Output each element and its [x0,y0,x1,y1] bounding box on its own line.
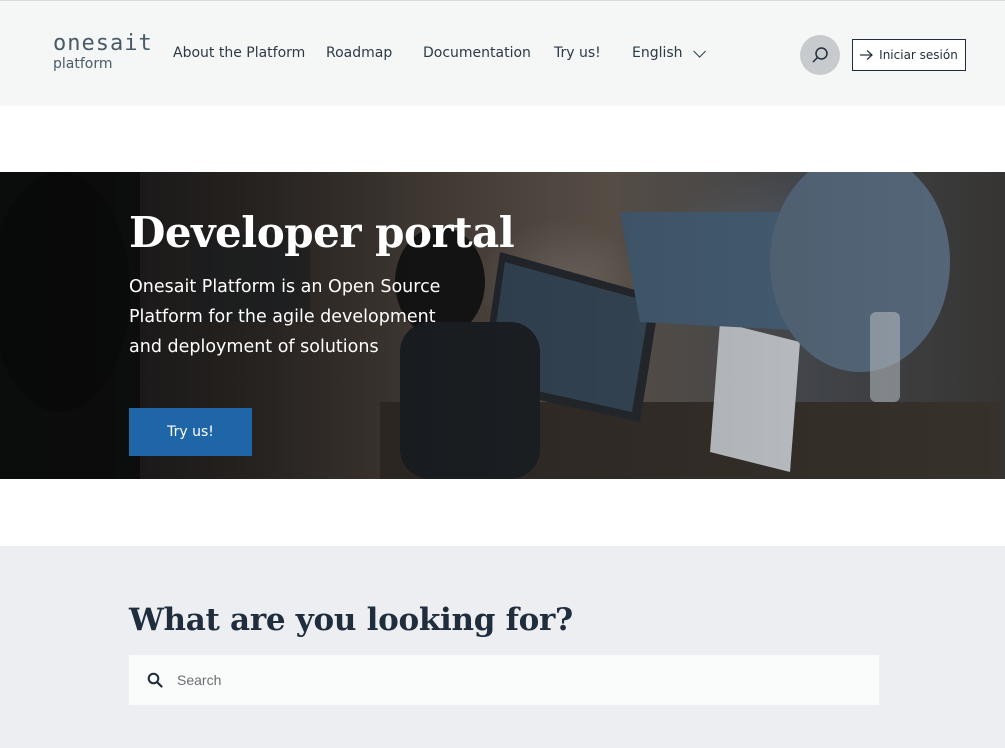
hero-subtitle: Onesait Platform is an Open Source Platf… [129,277,441,357]
hero-banner: Developer portal Onesait Platform is an … [0,172,1005,479]
search-input[interactable] [177,672,857,688]
header-search-button[interactable] [800,35,840,75]
arrow-right-icon [860,50,874,60]
search-section: What are you looking for? [0,546,1005,748]
try-us-button[interactable]: Try us! [129,408,252,456]
search-heading: What are you looking for? [129,602,573,638]
logo-main-text: onesait [53,31,153,56]
logo-sub-text: platform [53,56,113,72]
login-button[interactable]: Iniciar sesión [852,39,966,71]
search-box[interactable] [129,655,879,705]
search-icon [147,672,163,688]
search-icon [812,47,828,63]
nav-item-documentation[interactable]: Documentation [423,45,531,61]
language-selector[interactable]: English [632,44,706,61]
logo[interactable]: onesait platform [53,31,153,73]
chevron-down-icon [692,44,706,58]
language-label: English [632,45,683,61]
hero-title: Developer portal [129,208,515,257]
site-header: onesait platform About the Platform Road… [0,0,1005,106]
nav-item-roadmap[interactable]: Roadmap [326,45,392,61]
nav-item-try[interactable]: Try us! [554,45,601,61]
login-label: Iniciar sesión [879,48,958,62]
nav-item-about[interactable]: About the Platform [173,45,305,61]
